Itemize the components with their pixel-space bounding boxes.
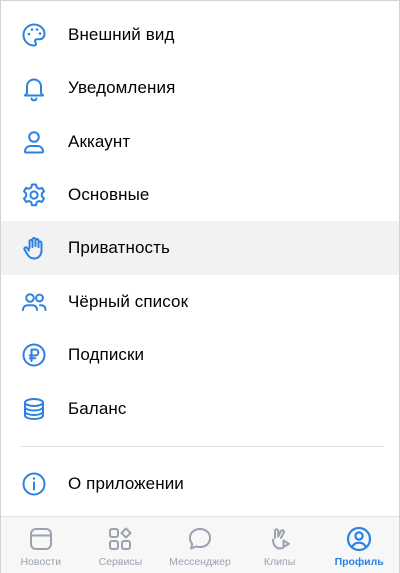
gear-icon	[19, 180, 49, 210]
menu-item-label: Приватность	[68, 237, 170, 257]
menu-item-account[interactable]: Аккаунт	[1, 115, 399, 169]
menu-item-notifications[interactable]: Уведомления	[1, 61, 399, 115]
menu-item-label: Баланс	[68, 398, 127, 418]
tab-label: Сервисы	[98, 556, 143, 568]
menu-item-label: О приложении	[68, 473, 184, 493]
tab-messenger[interactable]: Мессенджер	[160, 517, 240, 573]
tab-clips[interactable]: Клипы	[240, 517, 320, 573]
tab-label: Мессенджер	[169, 556, 231, 568]
tab-news[interactable]: Новости	[1, 517, 81, 573]
menu-item-appearance[interactable]: Внешний вид	[1, 8, 399, 62]
hand-icon	[19, 233, 49, 263]
tab-profile[interactable]: Профиль	[319, 517, 399, 573]
ruble-icon	[19, 340, 49, 370]
menu-item-label: Чёрный список	[68, 291, 189, 311]
menu-item-subscriptions[interactable]: Подписки	[1, 328, 399, 382]
menu-item-label: Подписки	[68, 344, 145, 364]
bell-icon	[19, 73, 49, 103]
services-icon	[106, 525, 134, 553]
menu-item-about[interactable]: О приложении	[1, 457, 399, 511]
clips-icon	[266, 525, 294, 553]
tab-label: Новости	[20, 556, 62, 568]
menu-item-label: Внешний вид	[68, 24, 175, 44]
palette-icon	[19, 20, 49, 50]
users-icon	[19, 287, 49, 317]
menu-item-label: Основные	[68, 184, 150, 204]
tab-services[interactable]: Сервисы	[81, 517, 161, 573]
newsfeed-icon	[27, 525, 55, 553]
user-icon	[19, 127, 49, 157]
message-icon	[186, 525, 214, 553]
profile-icon	[345, 525, 373, 553]
menu-divider	[20, 446, 384, 447]
menu-item-label: Уведомления	[68, 77, 176, 97]
info-icon	[19, 469, 49, 499]
tab-label: Клипы	[263, 556, 296, 568]
menu-item-privacy[interactable]: Приватность	[1, 221, 399, 275]
menu-item-label: Аккаунт	[68, 131, 131, 151]
coins-stack-icon	[19, 394, 49, 424]
menu-item-general[interactable]: Основные	[1, 168, 399, 222]
tab-label: Профиль	[334, 556, 384, 568]
bottom-tab-bar: Новости Сервисы Мессенджер Клипы Профиль	[1, 516, 399, 573]
menu-item-blacklist[interactable]: Чёрный список	[1, 275, 399, 329]
menu-item-balance[interactable]: Баланс	[1, 382, 399, 436]
